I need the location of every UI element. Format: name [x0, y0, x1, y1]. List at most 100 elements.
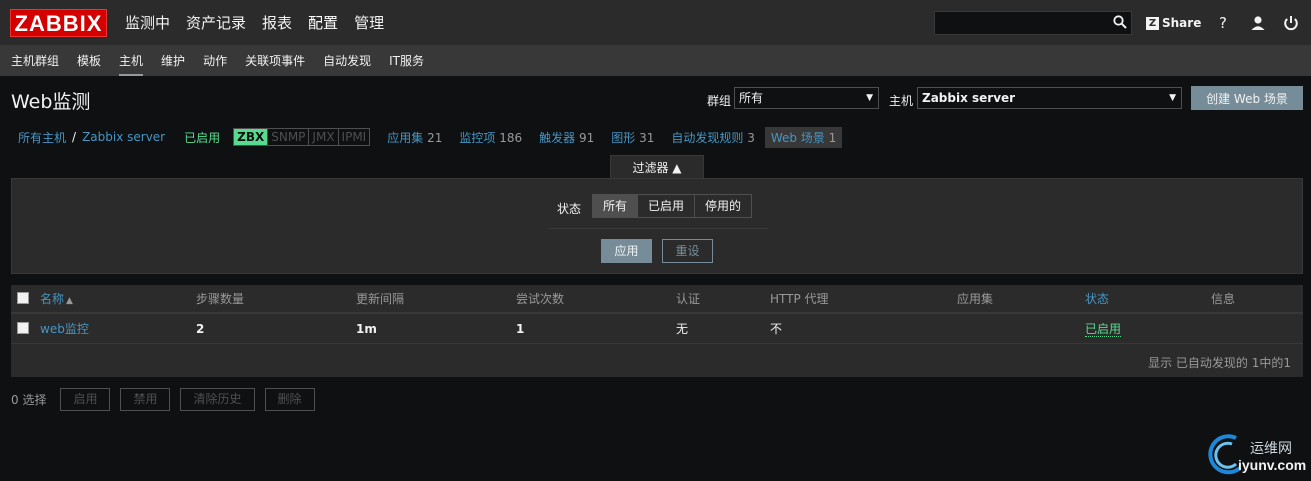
nav-administration[interactable]: 管理	[346, 0, 392, 46]
mass-disable-button[interactable]: 禁用	[120, 388, 171, 411]
applications-link[interactable]: 应用集	[387, 131, 423, 145]
select-all-checkbox[interactable]	[17, 292, 29, 304]
sub-nav: 主机群组 模板 主机 维护 动作 关联项事件 自动发现 IT服务	[0, 46, 1311, 76]
selected-count: 0 选择	[11, 393, 47, 407]
breadcrumb-discovery-rules[interactable]: 自动发现规则 3	[671, 129, 754, 146]
sign-out-icon[interactable]	[1281, 13, 1301, 33]
header-applications: 应用集	[957, 292, 994, 306]
header-status[interactable]: 状态	[1085, 292, 1109, 306]
mass-delete-button[interactable]: 删除	[264, 388, 315, 411]
filter-status-all[interactable]: 所有	[593, 195, 638, 217]
host-select[interactable]: Zabbix server ▼	[917, 87, 1182, 109]
web-scenarios-table: 名称 ▲ 步骤数量 更新间隔 尝试次数 认证 HTTP 代理 应用集 状态 信息 …	[11, 285, 1303, 377]
breadcrumb-host[interactable]: Zabbix server	[82, 130, 165, 144]
graphs-count: 31	[639, 130, 655, 145]
group-select-value: 所有	[739, 91, 764, 105]
subnav-discovery[interactable]: 自动发现	[314, 46, 380, 76]
header-name-label: 名称	[40, 292, 65, 306]
filter-reset-button[interactable]: 重设	[662, 239, 713, 263]
help-icon[interactable]: ?	[1213, 13, 1233, 33]
filter-panel	[11, 178, 1303, 274]
mass-enable-button[interactable]: 启用	[60, 388, 111, 411]
table-header: 名称 ▲ 步骤数量 更新间隔 尝试次数 认证 HTTP 代理 应用集 状态 信息	[11, 285, 1303, 314]
filter-status-disabled[interactable]: 停用的	[694, 195, 751, 217]
header-info: 信息	[1211, 292, 1236, 306]
subnav-it-services[interactable]: IT服务	[380, 46, 433, 76]
nav-reports[interactable]: 报表	[254, 0, 300, 46]
subnav-templates[interactable]: 模板	[68, 46, 110, 76]
table-row: web监控 2 1m 1 无 不 已启用	[11, 316, 1303, 344]
breadcrumb-all-hosts[interactable]: 所有主机	[18, 129, 66, 146]
row-name-link[interactable]: web监控	[40, 322, 89, 336]
row-status-toggle[interactable]: 已启用	[1085, 322, 1122, 337]
breadcrumb-triggers[interactable]: 触发器 91	[539, 129, 594, 146]
triggers-link[interactable]: 触发器	[539, 131, 575, 145]
page-title: Web监测	[11, 91, 91, 113]
header-interval: 更新间隔	[356, 292, 405, 306]
share-button[interactable]: Z Share	[1146, 14, 1201, 32]
items-count: 186	[499, 130, 523, 145]
subnav-actions[interactable]: 动作	[194, 46, 236, 76]
subnav-event-correlation[interactable]: 关联项事件	[236, 46, 314, 76]
sort-ascending-icon: ▲	[66, 296, 73, 306]
watermark-text-cn: 运维网	[1250, 441, 1292, 457]
header-http-proxy: HTTP 代理	[770, 292, 829, 306]
row-authentication: 无	[676, 322, 689, 336]
tag-jmx: JMX	[308, 129, 337, 145]
host-select-value: Zabbix server	[922, 91, 1016, 105]
host-label: 主机	[889, 94, 914, 108]
row-http-proxy: 不	[770, 322, 783, 336]
web-scenarios-count: 1	[828, 130, 837, 145]
filter-divider	[548, 228, 768, 229]
tag-snmp: SNMP	[267, 129, 308, 145]
breadcrumb-items[interactable]: 监控项 186	[459, 129, 522, 146]
host-status[interactable]: 已启用	[184, 129, 220, 146]
items-link[interactable]: 监控项	[459, 131, 495, 145]
discovery-rules-link[interactable]: 自动发现规则	[671, 131, 743, 145]
global-search-input[interactable]	[934, 11, 1132, 35]
host-select-arrow-icon: ▼	[1169, 93, 1176, 103]
group-select-arrow-icon: ▼	[866, 93, 873, 103]
zabbix-share-icon: Z	[1146, 16, 1159, 30]
group-label: 群组	[707, 94, 732, 108]
nav-inventory[interactable]: 资产记录	[178, 0, 254, 46]
row-attempts: 1	[516, 322, 525, 336]
breadcrumb-applications[interactable]: 应用集 21	[387, 129, 442, 146]
nav-monitoring[interactable]: 监测中	[117, 0, 178, 46]
subnav-host-groups[interactable]: 主机群组	[2, 46, 68, 76]
filter-status-label: 状态	[557, 202, 582, 216]
breadcrumb-web-scenarios[interactable]: Web 场景 1	[764, 126, 843, 148]
row-checkbox[interactable]	[17, 322, 29, 334]
mass-clear-history-button[interactable]: 清除历史	[180, 388, 255, 411]
subnav-maintenance[interactable]: 维护	[152, 46, 194, 76]
main-nav: 监测中 资产记录 报表 配置 管理	[117, 0, 392, 46]
tag-ipmi: IPMI	[337, 129, 370, 145]
nav-configuration[interactable]: 配置	[300, 0, 346, 46]
mass-action-bar: 0 选择 启用 禁用 清除历史 删除	[11, 388, 325, 411]
host-breadcrumb: 所有主机 / Zabbix server 已启用 ZBX SNMP JMX IP…	[11, 126, 843, 148]
group-select[interactable]: 所有 ▼	[734, 87, 879, 109]
create-web-scenario-button[interactable]: 创建 Web 场景	[1191, 86, 1303, 110]
zabbix-logo[interactable]: ZABBIX	[10, 9, 107, 37]
web-scenarios-link[interactable]: Web 场景	[771, 131, 825, 145]
tag-zbx: ZBX	[234, 129, 268, 145]
triggers-count: 91	[578, 130, 595, 145]
user-profile-icon[interactable]	[1248, 13, 1268, 33]
graphs-link[interactable]: 图形	[611, 131, 635, 145]
filter-status-enabled[interactable]: 已启用	[637, 195, 694, 217]
header-steps: 步骤数量	[196, 292, 245, 306]
breadcrumb-graphs[interactable]: 图形 31	[611, 129, 654, 146]
filter-status-radio-group: 所有 已启用 停用的	[592, 194, 753, 218]
row-steps: 2	[196, 322, 205, 336]
subnav-hosts[interactable]: 主机	[110, 46, 152, 76]
filter-toggle-tab[interactable]: 过滤器 ▲	[610, 155, 704, 179]
applications-count: 21	[427, 130, 443, 145]
row-interval: 1m	[356, 322, 377, 336]
availability-tags: ZBX SNMP JMX IPMI	[233, 128, 371, 146]
header-name[interactable]: 名称 ▲	[40, 292, 73, 308]
share-label: Share	[1162, 16, 1202, 30]
search-icon[interactable]	[1113, 15, 1127, 29]
filter-apply-button[interactable]: 应用	[601, 239, 652, 263]
discovery-rules-count: 3	[747, 130, 755, 145]
table-footer-count: 显示 已自动发现的 1中的1	[1148, 356, 1291, 370]
